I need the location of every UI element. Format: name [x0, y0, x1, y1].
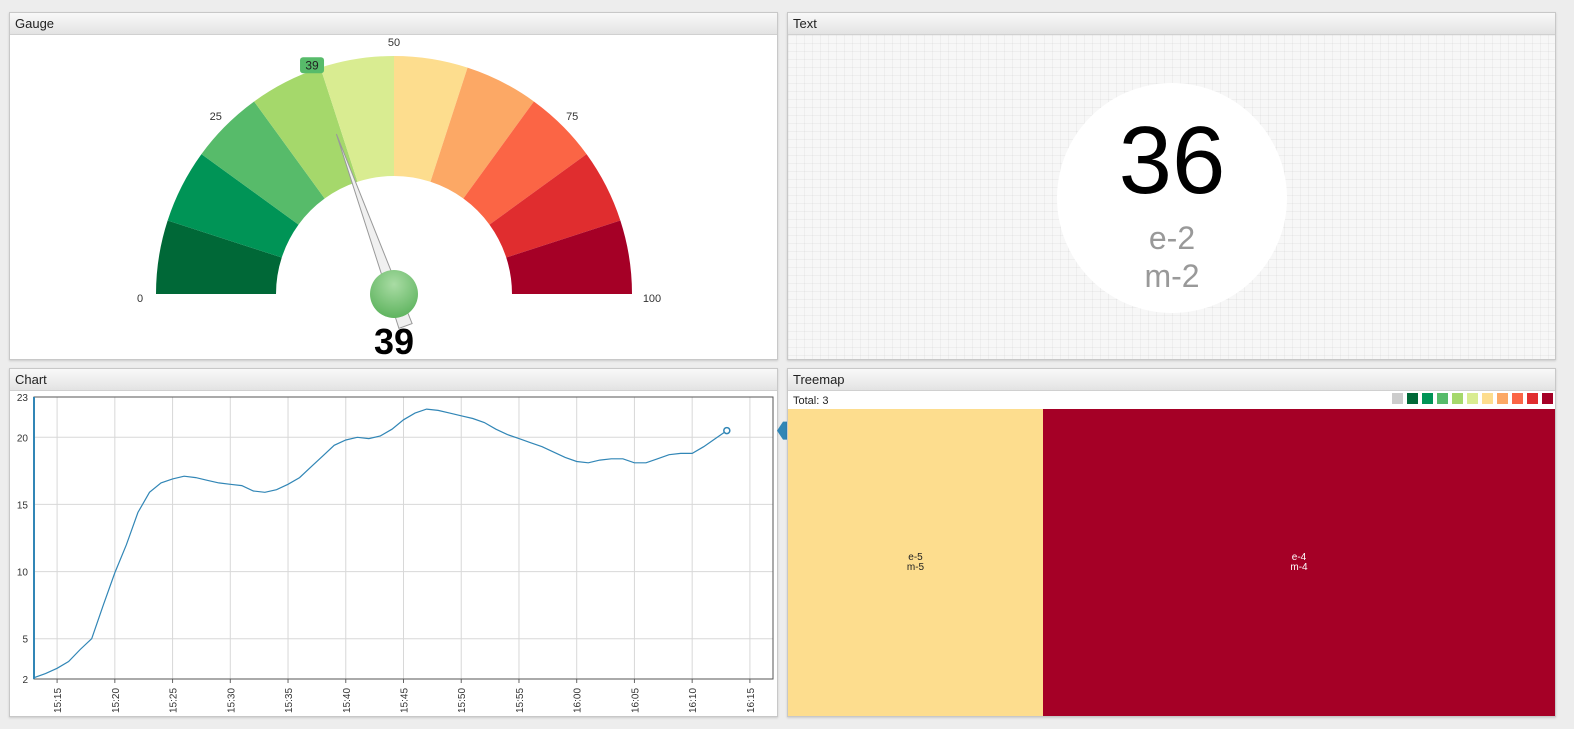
- text-body: 36 e-2 m-2: [788, 35, 1555, 359]
- chart-x-tick-label: 15:30: [226, 688, 237, 713]
- chart-series-line-0: [33, 408, 728, 679]
- gauge-svg: 0 25 50 75 100 39 39: [137, 37, 661, 359]
- treemap-legend: [1388, 393, 1553, 404]
- text-value-circle: 36 e-2 m-2: [1057, 83, 1287, 313]
- treemap-body: Total: 3 e-5 m-5 e-4 m-4: [788, 391, 1555, 716]
- chart-x-tick-label: 15:20: [111, 688, 122, 713]
- chart-last-point: [723, 426, 731, 435]
- chart-x-tick-label: 16:15: [746, 688, 757, 713]
- legend-swatch-0: [1392, 393, 1403, 404]
- chart-widget-title: Chart: [10, 369, 777, 391]
- text-label-line1: e-2: [1148, 220, 1196, 256]
- chart-widget: Chart 15:15 15:20 15:25 15:30 15:35 15:40 15:4…: [9, 368, 821, 717]
- treemap-cell-label-2: m-5: [906, 562, 925, 573]
- text-widget-title: Text: [788, 13, 1555, 35]
- treemap-cell-label-2: m-4: [1290, 562, 1308, 573]
- gauge-tick-label: 75: [566, 111, 578, 123]
- chart-x-tick-label: 15:55: [515, 688, 526, 713]
- chart-y-tick-label: 2: [22, 675, 28, 686]
- chart-x-tick-label: 15:45: [400, 688, 411, 713]
- chart-y-tick-label: 5: [22, 635, 28, 646]
- chart-y-tick-label: 10: [17, 568, 29, 579]
- legend-swatch-9: [1527, 393, 1538, 404]
- gauge-tick-label: 50: [388, 37, 400, 49]
- gauge-tick-label: 100: [643, 293, 661, 305]
- chart-x-tick-label: 16:10: [688, 688, 699, 713]
- chart-y-tick-label: 15: [17, 500, 29, 511]
- legend-swatch-3: [1437, 393, 1448, 404]
- treemap-total: Total: 3: [793, 395, 829, 407]
- chart-x-tick-label: 15:25: [169, 688, 180, 713]
- chart-x-tick-label: 16:05: [630, 688, 641, 713]
- legend-swatch-2: [1422, 393, 1433, 404]
- chart-x-tick-label: 15:35: [284, 688, 295, 713]
- text-label-line2: m-2: [1144, 258, 1200, 294]
- legend-swatch-8: [1512, 393, 1523, 404]
- gauge-tick-label: 0: [137, 293, 143, 305]
- gauge-tick-label: 25: [210, 111, 222, 123]
- treemap-widget-title: Treemap: [788, 369, 1555, 391]
- gauge-bubble-label: 39: [305, 58, 319, 72]
- chart-x-tick-label: 15:40: [342, 688, 353, 713]
- chart-y-tick-label: 20: [17, 433, 29, 444]
- treemap-widget: Treemap Total: 3 e-5 m-5 e-4 m-4: [787, 368, 1556, 717]
- chart-body: 15:15 15:20 15:25 15:30 15:35 15:40 15:45 15:50…: [10, 391, 821, 716]
- legend-swatch-10: [1542, 393, 1553, 404]
- gauge-body: 0 25 50 75 100 39 39: [10, 35, 777, 359]
- gauge-widget-title: Gauge: [10, 13, 777, 35]
- chart-svg: 15:15 15:20 15:25 15:30 15:35 15:40 15:45 15:50…: [17, 393, 821, 713]
- chart-x-tick-label: 16:00: [573, 688, 584, 713]
- text-widget: Text 36 e-2 m-2: [787, 12, 1556, 360]
- gauge-needle-hub: [370, 270, 418, 318]
- treemap-cell[interactable]: e-4 m-4: [1043, 409, 1555, 716]
- legend-swatch-6: [1482, 393, 1493, 404]
- legend-swatch-7: [1497, 393, 1508, 404]
- legend-swatch-1: [1407, 393, 1418, 404]
- legend-swatch-4: [1452, 393, 1463, 404]
- chart-x-tick-label: 15:15: [53, 688, 64, 713]
- legend-swatch-5: [1467, 393, 1478, 404]
- chart-y-tick-label: 23: [17, 393, 29, 404]
- gauge-widget: Gauge 0 25 50 75 100 39 39: [9, 12, 778, 360]
- text-value: 36: [1118, 107, 1226, 214]
- chart-x-tick-label: 15:50: [457, 688, 468, 713]
- gauge-value: 39: [374, 321, 414, 359]
- treemap-cell[interactable]: e-5 m-5: [788, 409, 1043, 716]
